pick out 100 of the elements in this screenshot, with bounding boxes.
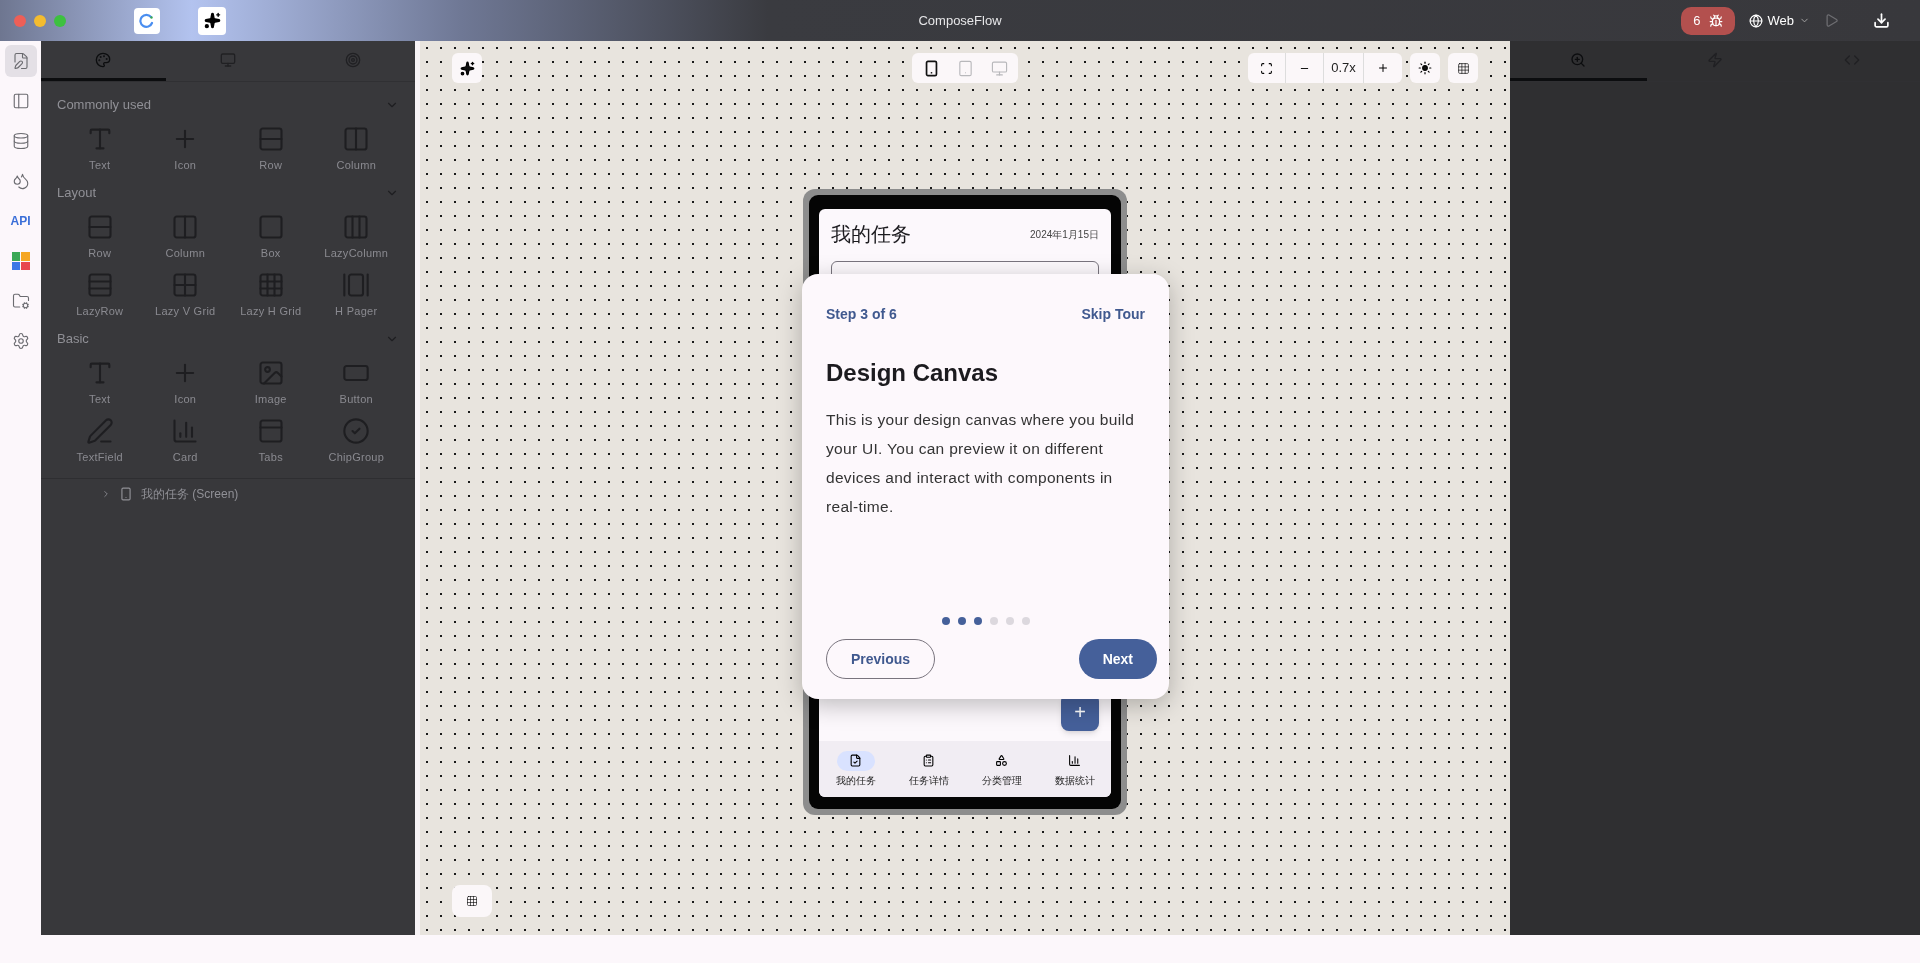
component-label: Text — [89, 391, 111, 407]
text-field-icon — [85, 416, 114, 445]
clipboard-icon — [922, 754, 935, 767]
section-header[interactable]: Layout — [57, 178, 399, 208]
component-tile[interactable]: Lazy H Grid — [228, 266, 314, 324]
component-tile[interactable]: Icon — [142, 120, 228, 178]
step-counter: Step 3 of 6 — [826, 305, 897, 324]
component-label: Lazy V Grid — [155, 303, 216, 319]
skip-tour-link[interactable]: Skip Tour — [1081, 304, 1145, 325]
api-button[interactable]: API — [4, 205, 37, 237]
component-label: Card — [172, 449, 198, 465]
component-label: Icon — [174, 157, 197, 173]
grid-toggle-button[interactable] — [1448, 53, 1478, 83]
component-tile[interactable]: H Pager — [313, 266, 399, 324]
component-label: LazyRow — [76, 303, 124, 319]
globe-icon — [1748, 13, 1763, 28]
component-tile[interactable]: Column — [142, 208, 228, 266]
nav-label: 分类管理 — [981, 773, 1022, 788]
grid-icon — [1456, 61, 1470, 75]
grid-button[interactable] — [452, 885, 492, 917]
card-icon — [171, 416, 200, 445]
component-label: Row — [259, 157, 283, 173]
date-text: 2024年1月15日 — [1030, 227, 1099, 242]
nav-label: 数据统计 — [1054, 773, 1095, 788]
component-label: Lazy H Grid — [240, 303, 302, 319]
component-tile[interactable]: Tabs — [228, 412, 314, 470]
phone-icon — [119, 487, 133, 501]
component-label: Column — [165, 245, 206, 261]
tree-item[interactable]: 我的任务 (Screen) — [41, 479, 415, 509]
file-edit-button[interactable] — [4, 45, 37, 77]
component-label: Row — [88, 245, 112, 261]
component-tile[interactable]: Text — [57, 120, 143, 178]
grid-icon — [171, 270, 200, 299]
file-edit-icon — [11, 52, 30, 70]
component-tile[interactable]: Image — [228, 354, 314, 412]
component-tile[interactable]: TextField — [57, 412, 143, 470]
ai-sparkle-button[interactable] — [198, 6, 226, 35]
folder-icon — [11, 292, 30, 310]
component-label: Image — [254, 391, 287, 407]
component-label: H Pager — [335, 303, 378, 319]
theme-toggle-button[interactable] — [1410, 53, 1440, 83]
target-dropdown[interactable]: Web — [1748, 10, 1810, 31]
component-label: Box — [260, 245, 281, 261]
tour-title: Design Canvas — [826, 358, 1000, 388]
column-icon — [171, 212, 200, 241]
component-tile[interactable]: Row — [228, 120, 314, 178]
component-tile[interactable]: Text — [57, 354, 143, 412]
lazy-row-icon — [85, 270, 114, 299]
component-label: LazyColumn — [324, 245, 389, 261]
component-label: Column — [336, 157, 377, 173]
section-header[interactable]: Basic — [57, 324, 399, 354]
settings-icon — [11, 332, 30, 350]
component-tile[interactable]: LazyColumn — [313, 208, 399, 266]
row-icon — [256, 124, 285, 153]
monitor-icon — [220, 51, 236, 68]
ai-assistant-button[interactable] — [452, 53, 482, 83]
component-label: Button — [339, 391, 373, 407]
chart-icon — [1068, 754, 1081, 767]
column-icon — [342, 124, 371, 153]
zoom-icon — [1570, 51, 1587, 68]
component-tile[interactable]: Lazy V Grid — [142, 266, 228, 324]
screen-title: 我的任务 — [831, 222, 911, 247]
component-label: Text — [89, 157, 111, 173]
refresh-icon — [139, 12, 155, 29]
nav-item[interactable]: 分类管理 — [965, 741, 1038, 797]
issues-badge[interactable]: 6 — [1681, 6, 1735, 35]
component-tile[interactable]: Card — [142, 412, 228, 470]
nav-label: 任务详情 — [908, 773, 949, 788]
component-label: TextField — [76, 449, 123, 465]
minimize-window-icon[interactable] — [34, 14, 46, 27]
tablet-icon — [956, 59, 974, 77]
bug-icon — [1708, 13, 1723, 28]
component-tile[interactable]: Box — [228, 208, 314, 266]
component-tile[interactable]: LazyRow — [57, 266, 143, 324]
sun-icon — [1418, 61, 1432, 75]
section-header[interactable]: Commonly used — [57, 90, 399, 120]
nav-item[interactable]: 我的任务 — [819, 741, 892, 797]
pager-icon — [342, 270, 371, 299]
image-icon — [256, 358, 285, 387]
component-tile[interactable]: Button — [313, 354, 399, 412]
drops-icon — [11, 172, 30, 190]
fit-screen-icon — [1260, 61, 1273, 75]
plus-icon — [1377, 62, 1389, 74]
nav-label: 我的任务 — [835, 773, 876, 788]
component-tile[interactable]: Column — [313, 120, 399, 178]
component-tile[interactable]: Row — [57, 208, 143, 266]
refresh-button[interactable] — [134, 7, 160, 34]
component-tile[interactable]: Icon — [142, 354, 228, 412]
nav-item[interactable]: 任务详情 — [892, 741, 965, 797]
tabs-icon — [256, 416, 285, 445]
nav-item[interactable]: 数据统计 — [1038, 741, 1111, 797]
grid-icon — [466, 895, 478, 907]
component-tile[interactable]: ChipGroup — [313, 412, 399, 470]
download-icon[interactable] — [1873, 12, 1890, 29]
component-label: Icon — [174, 391, 197, 407]
shapes-icon — [995, 754, 1008, 767]
target-icon — [344, 51, 361, 68]
lazy-column-icon — [342, 212, 371, 241]
task-icon — [849, 754, 862, 767]
next-button[interactable]: Next — [1078, 639, 1157, 679]
